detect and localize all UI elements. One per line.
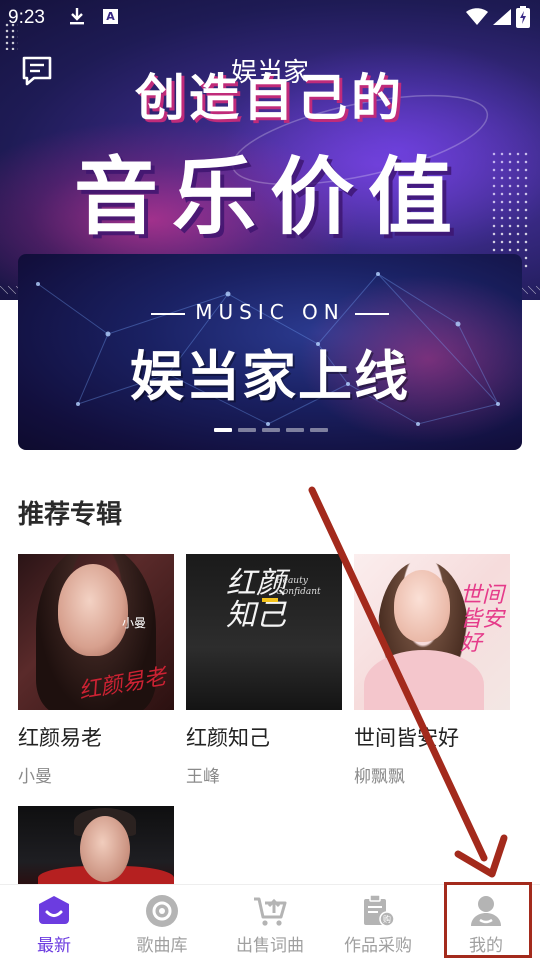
album-cover[interactable]: 红颜知己 Beauty Confidant bbox=[186, 554, 342, 710]
download-icon bbox=[68, 6, 86, 31]
section-title: 推荐专辑 bbox=[18, 500, 123, 530]
indicator-dot bbox=[310, 428, 328, 432]
album-card[interactable]: 世间皆安好 世间皆安好 柳飘飘 bbox=[354, 554, 510, 787]
cart-upload-icon bbox=[254, 897, 287, 926]
page-indicator bbox=[214, 428, 328, 432]
cover-title-text: 世间皆安好 bbox=[460, 583, 505, 656]
tab-song-library[interactable]: 歌曲库 bbox=[108, 885, 216, 960]
tab-label: 最新 bbox=[37, 936, 71, 956]
status-time: 9:23 bbox=[8, 7, 45, 28]
banner-subtitle: MUSIC ON bbox=[18, 300, 522, 324]
cover-art bbox=[58, 564, 128, 656]
tab-work-purchase[interactable]: 购 作品采购 bbox=[324, 885, 432, 960]
battery-charging-icon bbox=[516, 6, 530, 28]
album-artist: 小曼 bbox=[18, 767, 52, 787]
album-cover[interactable]: 世间皆安好 bbox=[354, 554, 510, 710]
signal-icon bbox=[493, 9, 511, 25]
cover-artist-text: 小曼 bbox=[122, 616, 147, 630]
album-artist: 王峰 bbox=[186, 767, 220, 787]
document-purchase-icon: 购 bbox=[364, 894, 395, 927]
tab-label: 歌曲库 bbox=[136, 936, 188, 956]
disc-icon bbox=[146, 895, 178, 927]
wifi-icon bbox=[466, 8, 488, 25]
tab-label: 出售词曲 bbox=[236, 936, 304, 956]
indicator-dot bbox=[238, 428, 256, 432]
album-card[interactable]: 小曼 红颜易老 红颜易老 小曼 bbox=[18, 554, 174, 787]
hero-headline-large: 音乐价值 bbox=[73, 148, 466, 246]
cover-art bbox=[262, 598, 278, 602]
cover-art bbox=[394, 570, 450, 642]
cover-art bbox=[80, 816, 130, 882]
indicator-dot bbox=[286, 428, 304, 432]
indicator-dot-active bbox=[214, 428, 232, 432]
svg-text:购: 购 bbox=[383, 914, 391, 924]
annotation-highlight-box bbox=[444, 882, 532, 958]
banner-title: 娱当家上线 bbox=[130, 345, 410, 408]
album-name: 世间皆安好 bbox=[354, 726, 459, 750]
album-artist: 柳飘飘 bbox=[354, 767, 405, 787]
album-cover[interactable]: 小曼 红颜易老 bbox=[18, 554, 174, 710]
a-icon: A bbox=[103, 9, 118, 24]
status-icons bbox=[466, 6, 530, 28]
tab-latest[interactable]: 最新 bbox=[0, 885, 108, 960]
album-name: 红颜知己 bbox=[186, 726, 270, 750]
album-card[interactable]: 红颜知己 Beauty Confidant 红颜知己 王峰 bbox=[186, 554, 342, 787]
tab-sell-songs[interactable]: 出售词曲 bbox=[216, 885, 324, 960]
page-title: 娱当家 bbox=[230, 58, 309, 88]
promo-banner[interactable]: MUSIC ON 娱当家上线 bbox=[18, 254, 522, 450]
album-cover[interactable] bbox=[18, 806, 174, 886]
cover-english-text: Beauty Confidant bbox=[276, 576, 321, 597]
tab-label: 作品采购 bbox=[344, 936, 412, 956]
album-card[interactable] bbox=[18, 806, 174, 886]
indicator-dot bbox=[262, 428, 280, 432]
status-bar: 9:23 A bbox=[0, 0, 540, 36]
album-name: 红颜易老 bbox=[18, 726, 102, 750]
home-smile-icon bbox=[39, 896, 69, 924]
